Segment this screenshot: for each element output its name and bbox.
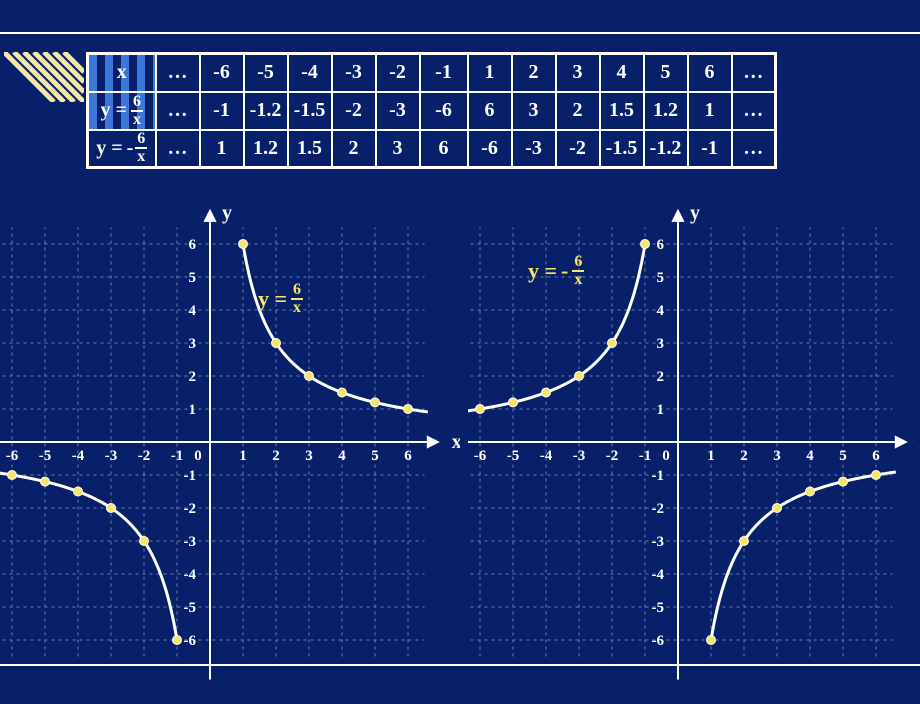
svg-text:-3: -3 (184, 534, 197, 550)
svg-text:-6: -6 (6, 448, 19, 464)
svg-text:2: 2 (189, 369, 197, 385)
formula-left: y = 6x (258, 282, 303, 316)
svg-text:y: y (222, 202, 232, 224)
svg-text:-6: -6 (474, 448, 487, 464)
svg-text:-6: -6 (184, 633, 197, 649)
svg-text:1: 1 (657, 402, 665, 418)
svg-text:-2: -2 (138, 448, 151, 464)
svg-text:4: 4 (189, 303, 197, 319)
corner-hatch-decoration (4, 52, 84, 102)
svg-text:-4: -4 (72, 448, 85, 464)
svg-text:-4: -4 (540, 448, 553, 464)
svg-text:2: 2 (272, 448, 280, 464)
svg-text:-6: -6 (652, 633, 665, 649)
x-header: x (117, 61, 127, 84)
svg-text:-2: -2 (652, 501, 665, 517)
table-row-y2: y = - 6x … 11.2 1.52 36 -6-3 -2-1.5 -1.2… (88, 130, 776, 168)
svg-text:-4: -4 (652, 567, 665, 583)
svg-text:1: 1 (707, 448, 715, 464)
svg-text:3: 3 (657, 336, 665, 352)
table-row-y1: y = 6x … -1-1.2 -1.5-2 -3-6 63 21.5 1.21… (88, 92, 776, 130)
svg-text:-3: -3 (573, 448, 586, 464)
svg-text:-5: -5 (652, 600, 665, 616)
top-rule (0, 14, 920, 34)
svg-text:4: 4 (806, 448, 814, 464)
svg-text:2: 2 (740, 448, 748, 464)
svg-text:-5: -5 (507, 448, 520, 464)
chart-left: -6 -5 -4 -3 -2 -1 1 2 3 4 5 6 1 2 3 4 5 6 -1 -2 -3 -4 -5 -6 0 x y … (0, 184, 460, 704)
svg-text:6: 6 (404, 448, 412, 464)
svg-text:-3: -3 (105, 448, 118, 464)
svg-text:4: 4 (338, 448, 346, 464)
svg-text:3: 3 (773, 448, 781, 464)
svg-text:-1: -1 (171, 448, 184, 464)
svg-text:3: 3 (189, 336, 197, 352)
svg-text:5: 5 (657, 270, 665, 286)
svg-text:0: 0 (662, 448, 670, 464)
svg-text:6: 6 (872, 448, 880, 464)
svg-text:-1: -1 (652, 468, 665, 484)
svg-text:3: 3 (305, 448, 313, 464)
svg-text:-3: -3 (652, 534, 665, 550)
chart-right: -6-5-4-3-2-1123456123456-1-2-3-4-5-60xy … (468, 184, 920, 704)
svg-text:0: 0 (194, 448, 202, 464)
svg-text:1: 1 (189, 402, 197, 418)
svg-text:y: y (690, 202, 700, 224)
data-table: x … -6-5 -4-3 -2-1 12 34 56 … y = 6x … -… (86, 52, 777, 169)
svg-text:1: 1 (239, 448, 247, 464)
svg-text:-1: -1 (639, 448, 652, 464)
svg-text:-5: -5 (39, 448, 52, 464)
svg-text:5: 5 (839, 448, 847, 464)
svg-text:x: x (452, 431, 460, 453)
svg-text:-2: -2 (606, 448, 619, 464)
formula-right: y = - 6x (528, 254, 584, 288)
table-row-x: x … -6-5 -4-3 -2-1 12 34 56 … (88, 54, 776, 92)
svg-text:2: 2 (657, 369, 665, 385)
svg-text:-1: -1 (184, 468, 197, 484)
svg-text:6: 6 (657, 237, 665, 253)
svg-text:-2: -2 (184, 501, 197, 517)
svg-text:4: 4 (657, 303, 665, 319)
svg-text:5: 5 (189, 270, 197, 286)
svg-text:5: 5 (371, 448, 379, 464)
svg-text:-4: -4 (184, 567, 197, 583)
svg-text:6: 6 (189, 237, 197, 253)
bottom-rule (0, 664, 920, 666)
svg-text:-5: -5 (184, 600, 197, 616)
